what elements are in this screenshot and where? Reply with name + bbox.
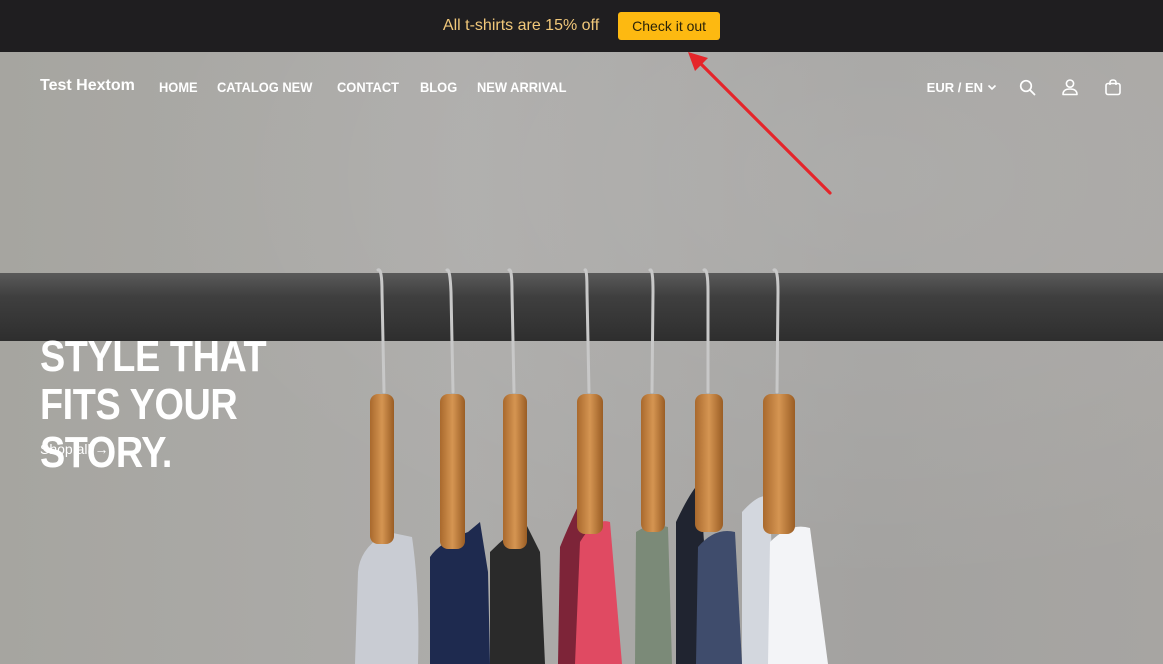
search-icon[interactable] bbox=[1017, 77, 1037, 97]
announcement-text: All t-shirts are 15% off bbox=[442, 17, 600, 34]
site-logo[interactable]: Test Hextom bbox=[40, 77, 135, 95]
nav-home[interactable]: HOME bbox=[159, 79, 198, 95]
check-it-out-button[interactable]: Check it out bbox=[618, 12, 721, 40]
account-icon[interactable] bbox=[1060, 77, 1080, 97]
nav-blog[interactable]: BLOG bbox=[420, 79, 457, 95]
cart-icon[interactable] bbox=[1103, 77, 1123, 97]
announcement-bar: All t-shirts are 15% off Check it out bbox=[0, 0, 1163, 52]
header-actions: EUR / EN bbox=[927, 75, 1123, 99]
site-header: Test Hextom HOME CATALOG NEW CONTACT BLO… bbox=[0, 52, 1163, 122]
main-nav: HOME CATALOG NEW CONTACT BLOG NEW ARRIVA… bbox=[159, 79, 596, 95]
page: All t-shirts are 15% off Check it out Te… bbox=[0, 0, 1163, 664]
nav-contact[interactable]: CONTACT bbox=[337, 79, 399, 95]
nav-catalog-new[interactable]: CATALOG NEW bbox=[217, 79, 312, 95]
chevron-down-icon bbox=[987, 80, 997, 95]
nav-new-arrival[interactable]: NEW ARRIVAL bbox=[477, 79, 566, 95]
currency-language-selector[interactable]: EUR / EN bbox=[927, 80, 997, 95]
shop-all-link[interactable]: Shop all → bbox=[40, 441, 108, 457]
locale-label: EUR / EN bbox=[926, 79, 983, 95]
